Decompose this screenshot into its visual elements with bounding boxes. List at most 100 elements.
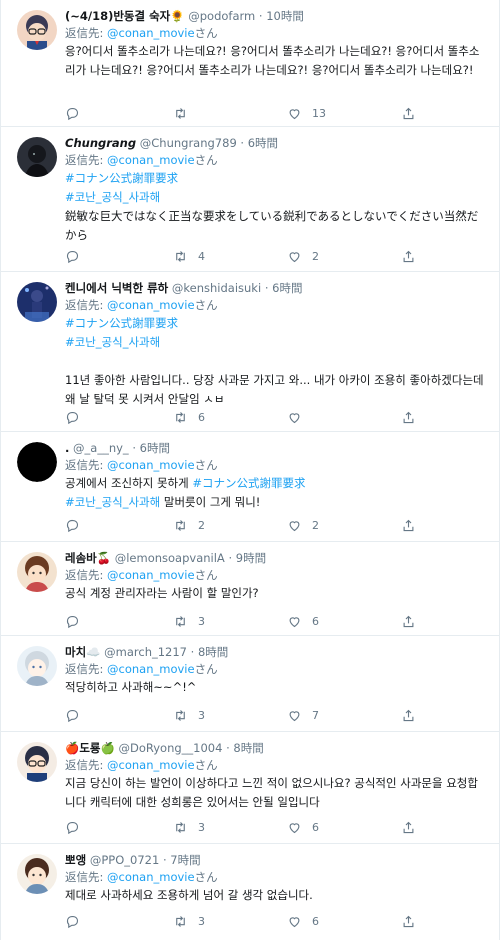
mention-link[interactable]: @conan_movie bbox=[107, 26, 195, 40]
like-button[interactable]: 6 bbox=[287, 818, 319, 836]
avatar[interactable] bbox=[17, 646, 57, 686]
share-button[interactable] bbox=[401, 818, 426, 836]
display-name[interactable]: 레솜바🍒 bbox=[65, 551, 111, 565]
tweet[interactable]: 레솜바🍒 @lemonsoapvanilA · 9時間 返信先: @conan_… bbox=[1, 542, 499, 636]
share-icon bbox=[403, 107, 414, 119]
display-name[interactable]: (~4/18)반동결 숙자🌻 bbox=[65, 9, 185, 23]
timestamp[interactable]: 9時間 bbox=[236, 551, 266, 565]
tweet[interactable]: 마치☁️ @march_1217 · 8時間 返信先: @conan_movie… bbox=[1, 636, 499, 732]
display-name[interactable]: Chungrang bbox=[65, 136, 136, 150]
display-name[interactable]: 뽀앵 bbox=[65, 853, 86, 867]
user-handle[interactable]: @lemonsoapvanilA bbox=[115, 551, 225, 565]
timestamp[interactable]: 8時間 bbox=[198, 645, 228, 659]
tweet-body-end: 말버릇이 그게 뭐니! bbox=[163, 495, 261, 509]
mention-link[interactable]: @conan_movie bbox=[107, 153, 195, 167]
like-count: 2 bbox=[312, 518, 319, 532]
avatar[interactable] bbox=[17, 442, 57, 482]
tweet-header: 뽀앵 @PPO_0721 · 7時間 bbox=[65, 852, 487, 869]
tweet[interactable]: . @_a__ny_ · 6時間 返信先: @conan_movieさん 공계에… bbox=[1, 432, 499, 542]
avatar[interactable] bbox=[17, 282, 57, 322]
reply-button[interactable] bbox=[65, 104, 90, 122]
retweet-button[interactable] bbox=[173, 104, 198, 122]
share-button[interactable] bbox=[401, 408, 426, 426]
retweet-button[interactable]: 6 bbox=[173, 408, 205, 426]
hashtag-link[interactable]: #코난_공식_사과해 bbox=[65, 188, 487, 207]
user-handle[interactable]: @Chungrang789 bbox=[140, 136, 237, 150]
reply-context: 返信先: @conan_movieさん bbox=[65, 152, 487, 169]
mention-link[interactable]: @conan_movie bbox=[107, 568, 195, 582]
like-icon bbox=[289, 520, 300, 531]
avatar[interactable] bbox=[17, 137, 57, 177]
mention-link[interactable]: @conan_movie bbox=[107, 298, 195, 312]
retweet-button[interactable]: 3 bbox=[173, 612, 205, 630]
like-button[interactable]: 6 bbox=[287, 612, 319, 630]
tweet[interactable]: 뽀앵 @PPO_0721 · 7時間 返信先: @conan_movieさん 제… bbox=[1, 844, 499, 940]
user-handle[interactable]: @kenshidaisuki bbox=[172, 281, 261, 295]
timestamp[interactable]: 6時間 bbox=[140, 441, 170, 455]
avatar[interactable] bbox=[17, 552, 57, 592]
like-button[interactable]: 13 bbox=[287, 104, 326, 122]
user-handle[interactable]: @podofarm bbox=[188, 9, 255, 23]
mention-link[interactable]: @conan_movie bbox=[107, 870, 195, 884]
tweet[interactable]: (~4/18)반동결 숙자🌻 @podofarm · 10時間 返信先: @co… bbox=[1, 0, 499, 127]
tweet-body: 鋭敏な巨大ではなく正当な要求をしている鋭利であるとしないでください当然だから bbox=[65, 209, 479, 242]
avatar[interactable] bbox=[17, 854, 57, 894]
timestamp[interactable]: 6時間 bbox=[248, 136, 278, 150]
hashtag-link[interactable]: #코난_공식_사과해 bbox=[65, 333, 487, 352]
hashtag-link[interactable]: #コナン公式謝罪要求 bbox=[192, 476, 305, 490]
retweet-button[interactable]: 3 bbox=[173, 706, 205, 724]
reply-prefix: 返信先: bbox=[65, 662, 104, 676]
timestamp[interactable]: 8時間 bbox=[233, 741, 263, 755]
reply-button[interactable] bbox=[65, 612, 90, 630]
mention-link[interactable]: @conan_movie bbox=[107, 458, 195, 472]
reply-button[interactable] bbox=[65, 706, 90, 724]
timestamp[interactable]: 6時間 bbox=[272, 281, 302, 295]
like-button[interactable]: 2 bbox=[287, 247, 319, 265]
like-button[interactable]: 6 bbox=[287, 912, 319, 930]
mention-link[interactable]: @conan_movie bbox=[107, 758, 195, 772]
reply-button[interactable] bbox=[65, 516, 90, 534]
retweet-button[interactable]: 3 bbox=[173, 912, 205, 930]
share-button[interactable] bbox=[401, 104, 426, 122]
reply-button[interactable] bbox=[65, 408, 90, 426]
share-button[interactable] bbox=[401, 612, 426, 630]
retweet-icon bbox=[176, 821, 185, 833]
like-button[interactable] bbox=[287, 408, 312, 426]
share-button[interactable] bbox=[401, 247, 426, 265]
display-name[interactable]: 🍎도룡🍏 bbox=[65, 741, 115, 755]
reply-button[interactable] bbox=[65, 912, 90, 930]
reply-feed: (~4/18)반동결 숙자🌻 @podofarm · 10時間 返信先: @co… bbox=[0, 0, 500, 940]
user-handle[interactable]: @PPO_0721 bbox=[90, 853, 159, 867]
display-name[interactable]: 마치☁️ bbox=[65, 645, 100, 659]
timestamp[interactable]: 7時間 bbox=[170, 853, 200, 867]
hashtag-link[interactable]: #코난_공식_사과해 bbox=[65, 495, 160, 509]
retweet-count: 6 bbox=[198, 410, 205, 424]
tweet[interactable]: 🍎도룡🍏 @DoRyong__1004 · 8時間 返信先: @conan_mo… bbox=[1, 732, 499, 844]
reply-button[interactable] bbox=[65, 247, 90, 265]
reply-suffix: さん bbox=[194, 758, 218, 772]
retweet-button[interactable]: 4 bbox=[173, 247, 205, 265]
user-handle[interactable]: @_a__ny_ bbox=[73, 441, 129, 455]
display-name[interactable]: 켄니에서 닉벽한 류하 bbox=[65, 281, 168, 295]
share-button[interactable] bbox=[401, 516, 426, 534]
user-handle[interactable]: @march_1217 bbox=[104, 645, 187, 659]
avatar[interactable] bbox=[17, 742, 57, 782]
reply-button[interactable] bbox=[65, 818, 90, 836]
timestamp[interactable]: 10時間 bbox=[266, 9, 304, 23]
share-button[interactable] bbox=[401, 912, 426, 930]
avatar[interactable] bbox=[17, 10, 57, 50]
retweet-button[interactable]: 3 bbox=[173, 818, 205, 836]
mention-link[interactable]: @conan_movie bbox=[107, 662, 195, 676]
display-name[interactable]: . bbox=[65, 441, 69, 455]
tweet[interactable]: 켄니에서 닉벽한 류하 @kenshidaisuki · 6時間 返信先: @c… bbox=[1, 272, 499, 432]
share-button[interactable] bbox=[401, 706, 426, 724]
tweet[interactable]: Chungrang @Chungrang789 · 6時間 返信先: @cona… bbox=[1, 127, 499, 272]
like-icon bbox=[289, 251, 300, 262]
hashtag-link[interactable]: #コナン公式謝罪要求 bbox=[65, 169, 487, 188]
like-button[interactable]: 7 bbox=[287, 706, 319, 724]
retweet-count: 3 bbox=[198, 708, 205, 722]
hashtag-link[interactable]: #コナン公式謝罪要求 bbox=[65, 314, 487, 333]
like-button[interactable]: 2 bbox=[287, 516, 319, 534]
retweet-button[interactable]: 2 bbox=[173, 516, 205, 534]
user-handle[interactable]: @DoRyong__1004 bbox=[118, 741, 222, 755]
